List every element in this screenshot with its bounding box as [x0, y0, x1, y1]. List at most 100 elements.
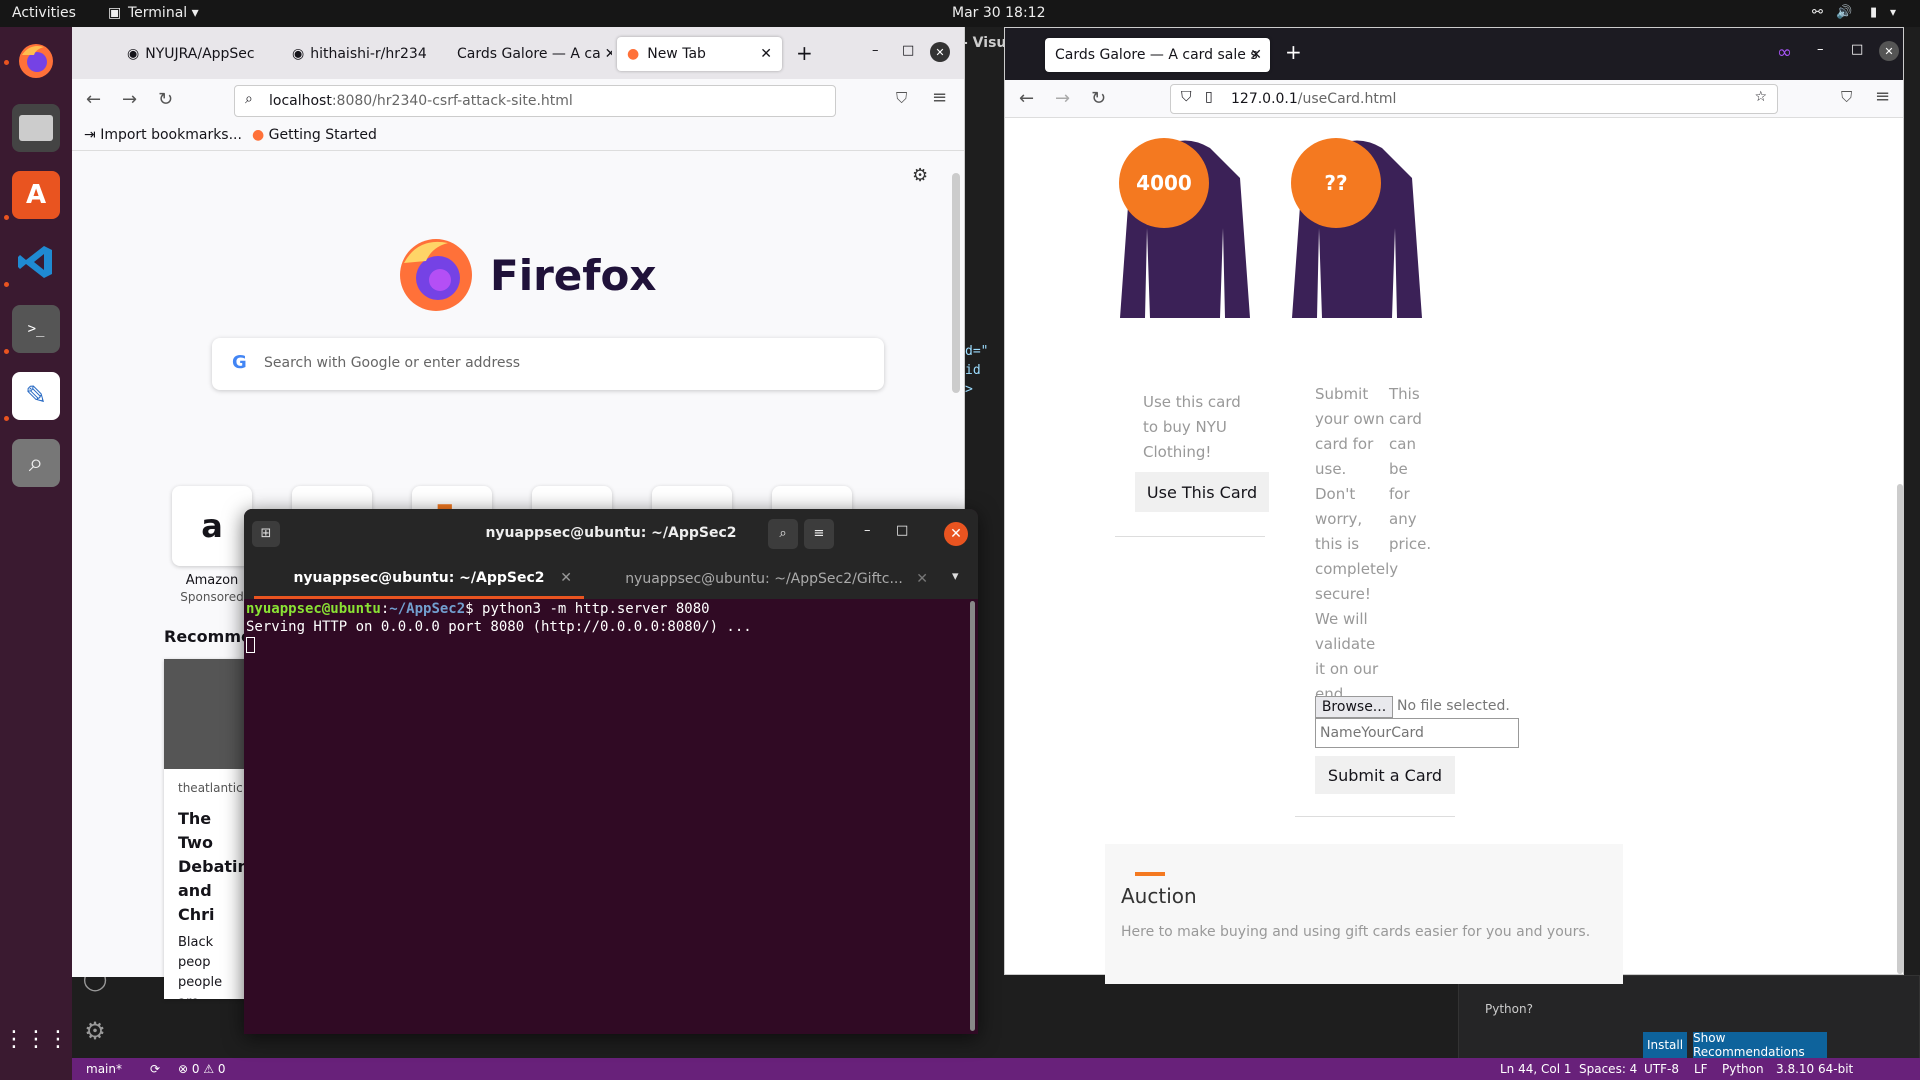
- back-icon[interactable]: ←: [86, 89, 101, 110]
- branch-label[interactable]: main*: [86, 1062, 122, 1076]
- show-recommendations-button[interactable]: Show Recommendations: [1693, 1031, 1827, 1059]
- forward-icon[interactable]: →: [1055, 88, 1070, 109]
- close-window-button[interactable]: ✕: [1879, 41, 1899, 61]
- search-box[interactable]: G Search with Google or enter address: [212, 338, 884, 390]
- use-card-button[interactable]: Use This Card: [1135, 472, 1269, 512]
- tab-label: hithaishi-r/hr234: [310, 46, 427, 62]
- tab-cards-galore[interactable]: Cards Galore — A card sale s ✕: [1045, 38, 1270, 72]
- scrollbar[interactable]: [970, 601, 975, 1031]
- reload-icon[interactable]: ↻: [1091, 88, 1106, 109]
- story-card[interactable]: theatlantic The Two Debatin and Chri Bla…: [164, 659, 254, 999]
- eol[interactable]: LF: [1694, 1062, 1708, 1076]
- network-icon[interactable]: ⚯: [1812, 5, 1823, 20]
- magnifier-icon[interactable]: ⌕: [12, 439, 60, 487]
- shortcut-amazon[interactable]: a: [172, 486, 252, 566]
- reload-icon[interactable]: ↻: [158, 89, 173, 110]
- search-placeholder: Search with Google or enter address: [264, 355, 521, 371]
- minimize-icon[interactable]: –: [1817, 42, 1824, 57]
- text-editor-icon[interactable]: ✎: [12, 372, 60, 420]
- url-bar[interactable]: ⌕ localhost:8080/hr2340-csrf-attack-site…: [234, 85, 836, 117]
- install-button[interactable]: Install: [1643, 1032, 1687, 1058]
- firefox-icon: ●: [252, 127, 265, 143]
- tab-label: New Tab: [647, 46, 706, 62]
- browse-button[interactable]: Browse...: [1315, 696, 1393, 718]
- close-icon[interactable]: ✕: [1250, 47, 1262, 63]
- minimize-icon[interactable]: –: [872, 43, 879, 58]
- close-icon[interactable]: ✕: [916, 571, 928, 587]
- notification-text: Python?: [1485, 1002, 1533, 1016]
- new-tab-button[interactable]: +: [1285, 40, 1302, 64]
- forward-icon[interactable]: →: [122, 89, 137, 110]
- card-value-badge: 4000: [1119, 138, 1209, 228]
- github-icon: ◉: [292, 46, 305, 62]
- gear-icon[interactable]: ⚙: [912, 165, 928, 186]
- language-mode[interactable]: Python: [1722, 1062, 1764, 1076]
- close-window-button[interactable]: ✕: [930, 42, 950, 62]
- bookmark-star-icon[interactable]: ☆: [1754, 89, 1767, 105]
- pocket-icon[interactable]: ⛉: [896, 89, 907, 107]
- hamburger-menu-icon[interactable]: ≡: [804, 519, 834, 549]
- url-bar[interactable]: ⛉ ▯ 127.0.0.1/useCard.html ☆: [1170, 84, 1778, 114]
- scrollbar[interactable]: [1897, 484, 1903, 974]
- terminal-tab-active[interactable]: nyuappsec@ubuntu: ~/AppSec2 ✕: [254, 559, 584, 599]
- url-host: 127.0.0.1: [1231, 91, 1298, 107]
- encoding[interactable]: UTF-8: [1644, 1062, 1679, 1076]
- indent-setting[interactable]: Spaces: 4: [1579, 1062, 1637, 1076]
- interpreter-version[interactable]: 3.8.10 64-bit: [1776, 1062, 1853, 1076]
- accent-bar: [1135, 872, 1165, 876]
- cursor-position[interactable]: Ln 44, Col 1: [1500, 1062, 1572, 1076]
- tile-label: Amazon: [185, 573, 239, 588]
- minimize-icon[interactable]: –: [864, 523, 871, 538]
- maximize-icon[interactable]: □: [902, 43, 914, 58]
- bookmarks-toolbar: ⇥ Import bookmarks... ● Getting Started: [72, 121, 964, 151]
- tab-cards-galore[interactable]: Cards Galore — A ca ✕: [447, 37, 612, 71]
- code-line: id: [965, 363, 981, 378]
- card-name-input[interactable]: [1315, 718, 1519, 748]
- vscode-status-bar: main* ⟳ ⊗ 0 ⚠ 0 Ln 44, Col 1 Spaces: 4 U…: [72, 1058, 1920, 1080]
- divider: [1115, 536, 1265, 537]
- tab-label: Cards Galore — A card sale s: [1055, 47, 1258, 63]
- maximize-icon[interactable]: □: [896, 523, 908, 538]
- show-apps-icon[interactable]: ⋮⋮⋮: [3, 1015, 69, 1063]
- software-icon[interactable]: A: [12, 171, 60, 219]
- system-menu-icon[interactable]: ▾: [1890, 5, 1896, 19]
- new-tab-button[interactable]: +: [796, 41, 813, 65]
- close-icon[interactable]: ✕: [560, 570, 572, 586]
- close-icon[interactable]: ✕: [760, 46, 772, 62]
- volume-icon[interactable]: 🔊: [1836, 5, 1852, 20]
- terminal-tab[interactable]: nyuappsec@ubuntu: ~/AppSec2/Giftc... ✕: [594, 559, 934, 599]
- battery-icon[interactable]: ▮: [1870, 5, 1877, 20]
- menu-icon[interactable]: ≡: [1875, 86, 1890, 107]
- gear-icon[interactable]: ⚙: [72, 1017, 118, 1057]
- activities-button[interactable]: Activities: [12, 5, 76, 21]
- clock[interactable]: Mar 30 18:12: [952, 5, 1045, 21]
- vscode-icon[interactable]: [12, 238, 60, 286]
- getting-started-bookmark[interactable]: ● Getting Started: [252, 127, 377, 143]
- shield-icon: ⛉: [1181, 89, 1192, 105]
- back-icon[interactable]: ←: [1019, 88, 1034, 109]
- pocket-icon[interactable]: ⛉: [1841, 88, 1852, 106]
- tab-label: Cards Galore — A ca: [457, 46, 601, 62]
- tabs-dropdown-icon[interactable]: ▾: [952, 569, 959, 584]
- private-mask-icon: ∞: [1777, 42, 1792, 63]
- files-icon[interactable]: [12, 104, 60, 152]
- tab-new-tab[interactable]: ● New Tab ✕: [617, 37, 782, 71]
- scrollbar[interactable]: [952, 173, 960, 393]
- submit-card-button[interactable]: Submit a Card: [1315, 756, 1455, 794]
- import-bookmarks[interactable]: ⇥ Import bookmarks...: [84, 127, 242, 143]
- google-icon: G: [232, 352, 247, 373]
- sync-icon[interactable]: ⟳: [150, 1062, 160, 1076]
- close-window-button[interactable]: ✕: [944, 522, 968, 546]
- search-icon[interactable]: ⌕: [768, 519, 798, 549]
- app-menu[interactable]: Terminal ▾: [128, 5, 199, 21]
- dock: A >_ ✎ ⌕ ⋮⋮⋮: [0, 27, 72, 1080]
- firefox-icon[interactable]: [12, 37, 60, 85]
- maximize-icon[interactable]: □: [1851, 42, 1863, 57]
- terminal-icon[interactable]: >_: [12, 305, 60, 353]
- close-icon[interactable]: ✕: [605, 46, 612, 62]
- menu-icon[interactable]: ≡: [932, 87, 947, 108]
- problems-count[interactable]: ⊗ 0 ⚠ 0: [178, 1062, 226, 1076]
- tab-hithaishi[interactable]: ◉ hithaishi-r/hr234: [282, 37, 447, 71]
- tab-nyujra[interactable]: ◉ NYUJRA/AppSec: [117, 37, 282, 71]
- nav-bar: ← → ↻ ⛉ ▯ 127.0.0.1/useCard.html ☆ ⛉ ≡: [1005, 80, 1903, 118]
